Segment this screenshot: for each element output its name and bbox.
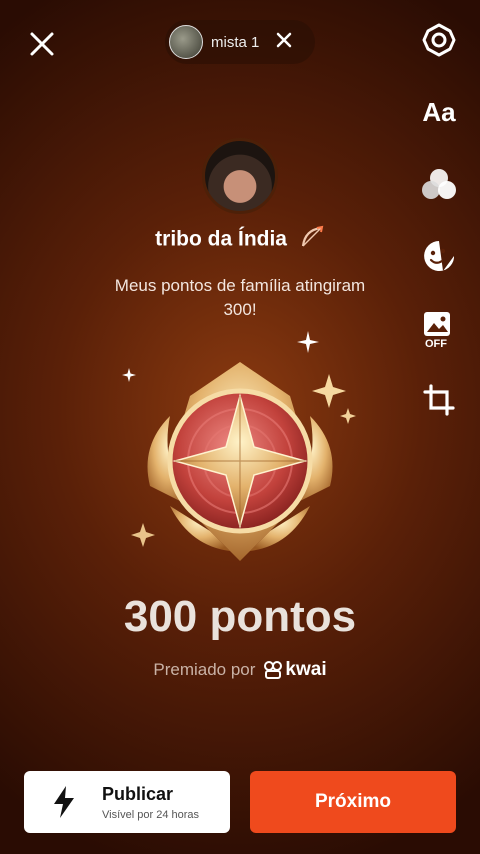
publish-sublabel: Visível por 24 horas xyxy=(102,808,200,821)
close-icon xyxy=(276,32,292,47)
points-label: 300 pontos xyxy=(123,592,357,641)
brand-name: kwai xyxy=(285,659,327,680)
settings-button[interactable] xyxy=(415,16,463,64)
achievement-message: Meus pontos de família atingiram 300! xyxy=(114,276,366,319)
awarded-by-label: Premiado por xyxy=(153,660,256,679)
next-button[interactable]: Próximo xyxy=(250,771,456,833)
username-row: tribo da Índia xyxy=(0,224,480,256)
recipient-name: mista 1 xyxy=(211,33,260,51)
recipient-avatar xyxy=(169,25,203,59)
sparkle-icon xyxy=(122,368,136,387)
bow-arrow-icon xyxy=(299,224,325,256)
awarded-by-row: Premiado por kwai xyxy=(0,659,480,681)
text-tool-button[interactable]: Aa xyxy=(415,88,463,136)
username: tribo da Índia xyxy=(155,227,287,251)
sparkle-icon xyxy=(130,522,156,553)
close-button[interactable] xyxy=(22,24,62,64)
lightning-icon xyxy=(54,786,74,818)
remove-recipient-button[interactable] xyxy=(275,31,293,54)
filters-button[interactable] xyxy=(415,160,463,208)
gear-icon xyxy=(422,23,456,57)
sparkle-icon xyxy=(340,408,356,429)
user-avatar xyxy=(202,138,278,214)
gallery-off-button[interactable]: OFF xyxy=(415,304,463,352)
kwai-icon xyxy=(264,661,283,679)
publish-label: Publicar xyxy=(102,783,174,804)
image-off-icon: OFF xyxy=(424,312,450,348)
crop-icon xyxy=(423,384,455,416)
close-icon xyxy=(30,32,54,56)
gallery-off-badge: OFF xyxy=(425,338,447,348)
kwai-logo: kwai xyxy=(263,659,327,681)
crop-button[interactable] xyxy=(415,376,463,424)
recipient-chip[interactable]: mista 1 xyxy=(165,20,315,64)
sparkle-icon xyxy=(296,330,320,359)
publish-button[interactable]: Publicar Visível por 24 horas xyxy=(24,771,230,833)
filters-icon xyxy=(422,169,456,199)
